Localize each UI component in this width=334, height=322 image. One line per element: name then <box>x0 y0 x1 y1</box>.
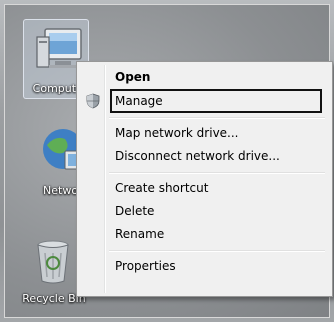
menu-separator <box>109 172 325 174</box>
menu-item-label: Disconnect network drive... <box>115 149 280 163</box>
menu-item-properties[interactable]: Properties <box>80 255 329 277</box>
menu-item-map-network-drive[interactable]: Map network drive... <box>80 122 329 144</box>
uac-shield-icon <box>86 93 100 109</box>
menu-item-label: Delete <box>115 204 155 218</box>
menu-item-disconnect-network-drive[interactable]: Disconnect network drive... <box>80 145 329 167</box>
desktop: Computer Network Recycle Bin Open Manage… <box>4 4 333 318</box>
menu-item-label: Properties <box>115 259 176 273</box>
menu-item-create-shortcut[interactable]: Create shortcut <box>80 177 329 199</box>
context-menu: Open Manage Map network drive... Disconn… <box>76 61 333 297</box>
menu-item-label: Open <box>115 70 151 84</box>
menu-separator <box>109 250 325 252</box>
menu-item-label: Rename <box>115 227 165 241</box>
menu-item-manage[interactable]: Manage <box>80 89 329 113</box>
recycle-bin-icon <box>37 240 69 284</box>
menu-separator <box>109 117 325 119</box>
menu-item-rename[interactable]: Rename <box>80 223 329 245</box>
menu-item-label: Manage <box>115 94 163 108</box>
menu-item-label: Create shortcut <box>115 181 209 195</box>
menu-item-open[interactable]: Open <box>80 66 329 88</box>
menu-item-label: Map network drive... <box>115 126 239 140</box>
menu-item-delete[interactable]: Delete <box>80 200 329 222</box>
